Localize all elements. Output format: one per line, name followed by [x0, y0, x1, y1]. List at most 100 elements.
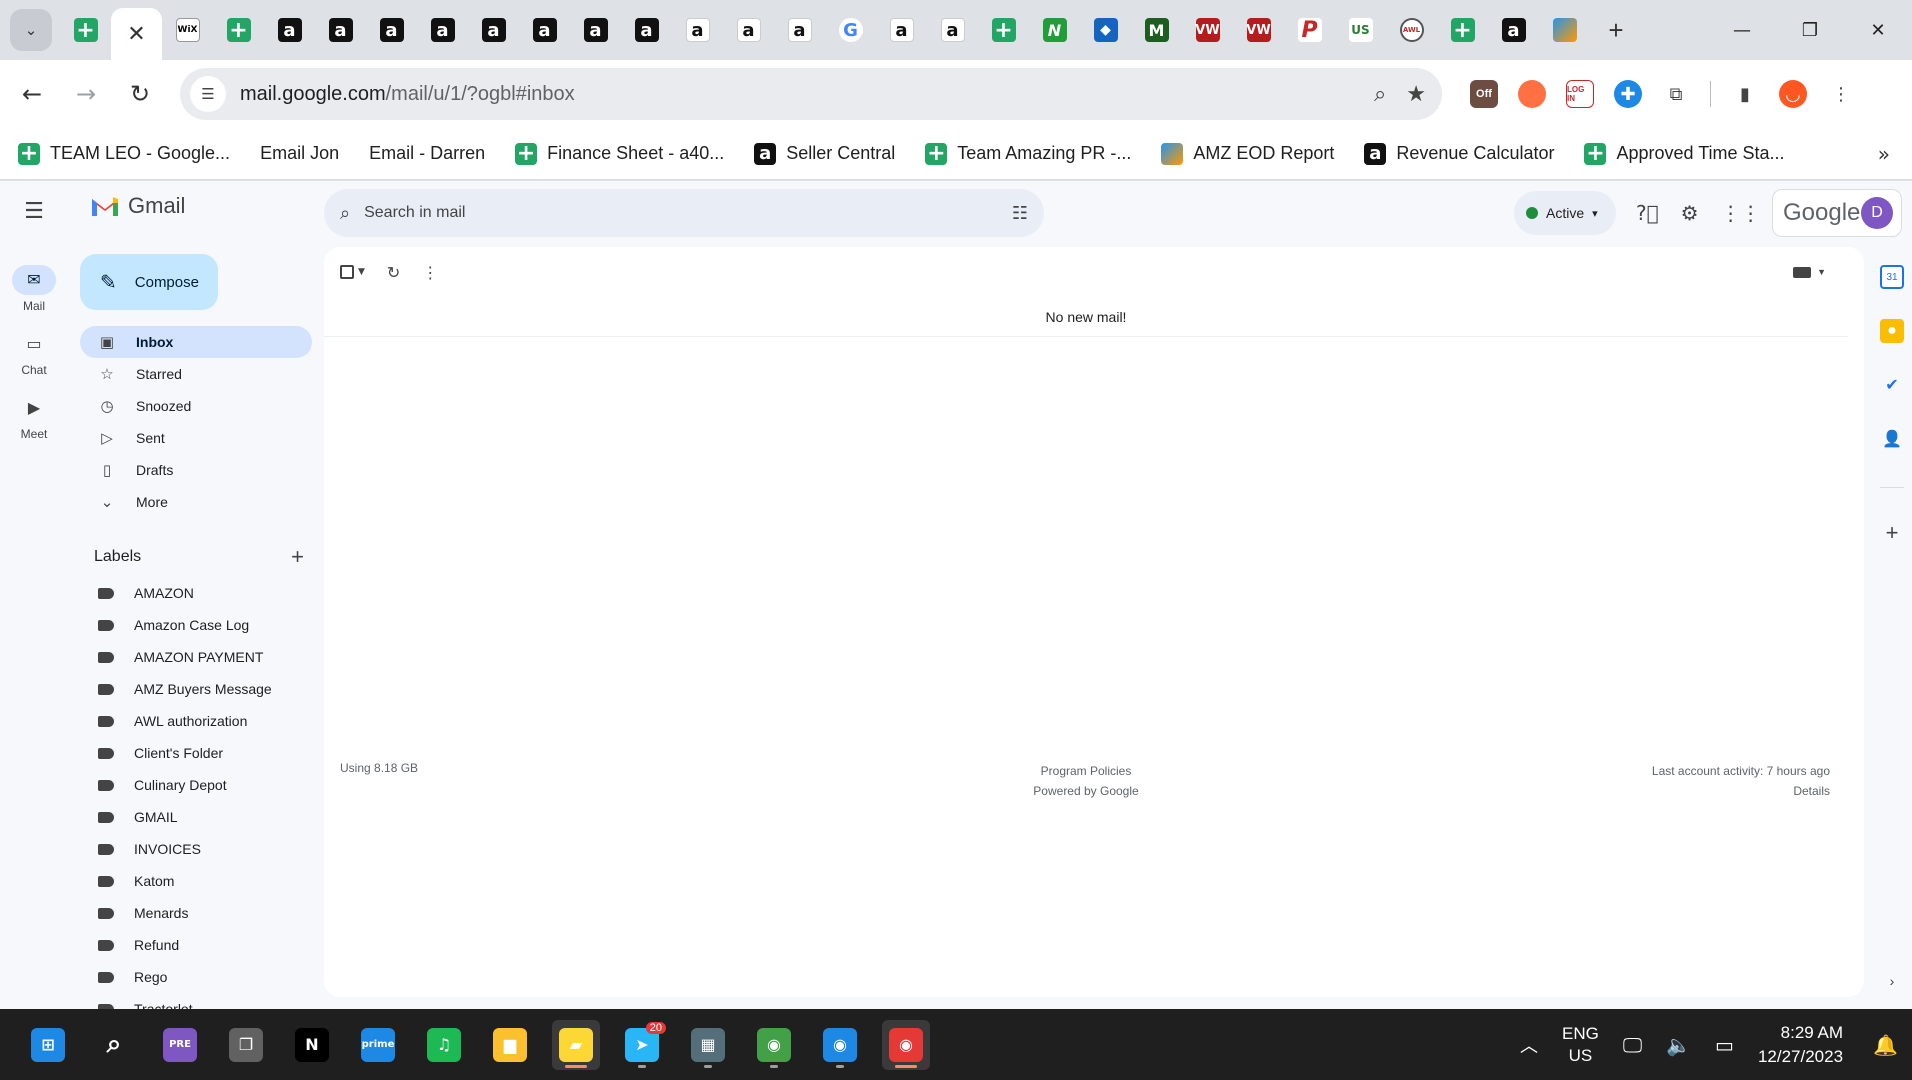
help-icon[interactable]: ?⃝	[1636, 201, 1659, 225]
select-dropdown-icon[interactable]: ▼	[358, 267, 365, 277]
active-tab[interactable]: ✕	[111, 8, 162, 60]
search-input[interactable]: Search in mail	[364, 204, 465, 222]
task-view-icon[interactable]: ❐	[222, 1020, 270, 1070]
zoom-icon[interactable]: ⌕	[1374, 81, 1386, 107]
close-window-button[interactable]: ✕	[1844, 0, 1912, 60]
chrome-icon[interactable]: ◉	[882, 1019, 930, 1070]
label-item[interactable]: AMAZON	[80, 577, 312, 609]
browser-tab[interactable]: a	[519, 0, 570, 60]
clock[interactable]: 8:29 AM 12/27/2023	[1758, 1021, 1843, 1069]
details-link[interactable]: Details	[1652, 781, 1830, 801]
spotify-icon[interactable]: ♫	[420, 1020, 468, 1070]
browser-tab[interactable]: WiX	[162, 0, 213, 60]
more-bookmarks-icon[interactable]: »	[1878, 128, 1890, 180]
browser-tab[interactable]: a	[366, 0, 417, 60]
side-panel-icon[interactable]: ▮	[1731, 80, 1759, 108]
back-button[interactable]: ←	[10, 72, 54, 116]
browser-tab[interactable]: a	[1488, 0, 1539, 60]
bookmark-item[interactable]: + Approved Time Sta...	[1584, 141, 1785, 166]
chrome-icon[interactable]: ◉	[816, 1020, 864, 1070]
search-icon[interactable]: ⌕	[90, 1020, 138, 1070]
settings-gear-icon[interactable]: ⚙	[1681, 201, 1699, 225]
label-item[interactable]: Menards	[80, 897, 312, 929]
bookmark-item[interactable]: + Finance Sheet - a40...	[515, 141, 724, 166]
file-explorer-icon[interactable]: ▆	[486, 1020, 534, 1070]
address-bar[interactable]: ☰ mail.google.com/mail/u/1/?ogbl#inbox ⌕…	[180, 68, 1442, 120]
calendar-icon[interactable]: 31	[1880, 265, 1904, 289]
browser-tab[interactable]: a	[774, 0, 825, 60]
browser-tab[interactable]	[1539, 0, 1590, 60]
browser-tab[interactable]: a	[927, 0, 978, 60]
program-policies-link[interactable]: Program Policies	[324, 761, 1848, 781]
label-item[interactable]: Amazon Case Log	[80, 609, 312, 641]
login-extension-icon[interactable]: LOG IN	[1566, 80, 1594, 108]
reload-button[interactable]: ↻	[118, 72, 162, 116]
browser-tab[interactable]: a	[315, 0, 366, 60]
chrome-icon[interactable]: ◉	[750, 1020, 798, 1070]
new-tab-button[interactable]: +	[1596, 10, 1636, 50]
nav-item-drafts[interactable]: ▯ Drafts	[80, 454, 312, 486]
browser-tab[interactable]: G	[825, 0, 876, 60]
more-options-icon[interactable]: ⋮	[422, 263, 438, 282]
browser-tab[interactable]: a	[570, 0, 621, 60]
browser-tab[interactable]: a	[264, 0, 315, 60]
off-extension-icon[interactable]: Off	[1470, 80, 1498, 108]
extensions-puzzle-icon[interactable]: ⧉	[1662, 80, 1690, 108]
sticky-notes-icon[interactable]: ▰	[552, 1019, 600, 1070]
get-addons-icon[interactable]: +	[1880, 520, 1904, 545]
bookmark-item[interactable]: + Team Amazing PR -...	[925, 141, 1131, 166]
browser-tab[interactable]: VW	[1182, 0, 1233, 60]
prime-video-icon[interactable]: prime	[354, 1020, 402, 1070]
label-item[interactable]: Tractorlot	[80, 993, 312, 1009]
contacts-icon[interactable]: 👤	[1880, 427, 1904, 451]
nav-item-starred[interactable]: ☆ Starred	[80, 358, 312, 390]
copilot-icon[interactable]: PRE	[156, 1020, 204, 1070]
cross-extension-icon[interactable]: ✚	[1614, 80, 1642, 108]
browser-tab[interactable]: ◆	[1080, 0, 1131, 60]
nav-item-more[interactable]: ⌄ More	[80, 486, 312, 518]
label-item[interactable]: GMAIL	[80, 801, 312, 833]
label-item[interactable]: AWL authorization	[80, 705, 312, 737]
bookmark-item[interactable]: a Seller Central	[754, 142, 895, 165]
browser-tab[interactable]: a	[621, 0, 672, 60]
search-icon[interactable]: ⌕	[340, 203, 350, 224]
label-item[interactable]: Culinary Depot	[80, 769, 312, 801]
browser-menu-icon[interactable]: ⋮	[1827, 80, 1855, 108]
rail-item-mail[interactable]: ✉ Mail	[0, 265, 68, 313]
show-side-panel-icon[interactable]: ›	[1880, 969, 1904, 993]
select-all-checkbox[interactable]	[340, 265, 354, 279]
close-tab-icon[interactable]: ✕	[127, 22, 145, 47]
restore-button[interactable]: ❐	[1776, 0, 1844, 60]
telegram-icon[interactable]: ➤ 20	[618, 1020, 666, 1070]
browser-tab[interactable]: a	[468, 0, 519, 60]
label-item[interactable]: Client's Folder	[80, 737, 312, 769]
nav-item-sent[interactable]: ▷ Sent	[80, 422, 312, 454]
network-icon[interactable]: 🖵	[1623, 1033, 1642, 1057]
browser-tab[interactable]: M	[1131, 0, 1182, 60]
battery-icon[interactable]: ▭	[1715, 1033, 1734, 1057]
bookmark-item[interactable]: MEmail Jon	[0, 143, 339, 332]
tab-search-button[interactable]: ⌄	[10, 9, 52, 51]
profile-icon[interactable]: ◡	[1779, 80, 1807, 108]
browser-tab[interactable]: a	[672, 0, 723, 60]
apps-grid-icon[interactable]: ⋮⋮	[1721, 201, 1761, 225]
input-language[interactable]: ENG US	[1562, 1023, 1599, 1067]
compose-button[interactable]: ✎ Compose	[80, 254, 218, 310]
browser-tab[interactable]: US	[1335, 0, 1386, 60]
volume-icon[interactable]: 🔈	[1666, 1033, 1691, 1057]
url-text[interactable]: mail.google.com/mail/u/1/?ogbl#inbox	[240, 83, 575, 106]
browser-tab[interactable]: AWL	[1386, 0, 1437, 60]
nav-item-inbox[interactable]: ▣ Inbox	[80, 326, 312, 358]
minimize-button[interactable]: —	[1708, 0, 1776, 60]
label-item[interactable]: AMZ Buyers Message	[80, 673, 312, 705]
browser-tab[interactable]: a	[417, 0, 468, 60]
browser-tab[interactable]: a	[723, 0, 774, 60]
storage-usage[interactable]: Using 8.18 GB	[340, 761, 418, 775]
show-hidden-icons-icon[interactable]: ︿	[1520, 1032, 1538, 1058]
browser-tab[interactable]: VW	[1233, 0, 1284, 60]
nav-item-snoozed[interactable]: ◷ Snoozed	[80, 390, 312, 422]
label-item[interactable]: AMAZON PAYMENT	[80, 641, 312, 673]
refresh-icon[interactable]: ↻	[387, 263, 400, 282]
start-button[interactable]: ⊞	[24, 1020, 72, 1070]
browser-tab[interactable]: +	[60, 0, 111, 60]
